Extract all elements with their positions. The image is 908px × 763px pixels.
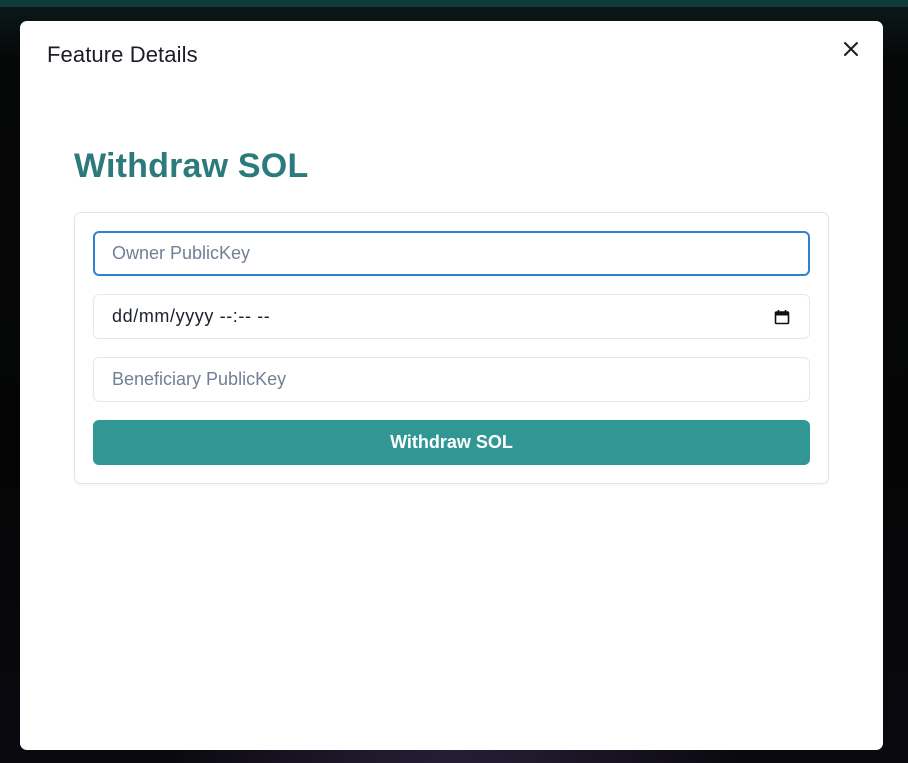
background-header-strip xyxy=(0,0,908,7)
beneficiary-publickey-placeholder: Beneficiary PublicKey xyxy=(112,369,287,389)
datetime-placeholder: dd/mm/yyyy --:-- -- xyxy=(112,306,271,326)
owner-publickey-input[interactable]: Owner PublicKey xyxy=(93,231,810,276)
modal-title: Feature Details xyxy=(47,42,198,67)
owner-publickey-placeholder: Owner PublicKey xyxy=(112,243,251,263)
calendar-icon[interactable] xyxy=(773,308,791,326)
beneficiary-publickey-input[interactable]: Beneficiary PublicKey xyxy=(93,357,810,402)
withdraw-sol-button[interactable]: Withdraw SOL xyxy=(93,420,810,465)
unlock-datetime-input[interactable]: dd/mm/yyyy --:-- -- xyxy=(93,294,810,339)
feature-details-modal: Feature Details Withdraw SOL Owner Publi… xyxy=(20,21,883,750)
page-heading: Withdraw SOL xyxy=(74,147,309,185)
close-button[interactable] xyxy=(839,37,863,61)
withdraw-form: Owner PublicKey dd/mm/yyyy --:-- -- Bene… xyxy=(74,212,829,484)
close-icon xyxy=(844,42,858,56)
